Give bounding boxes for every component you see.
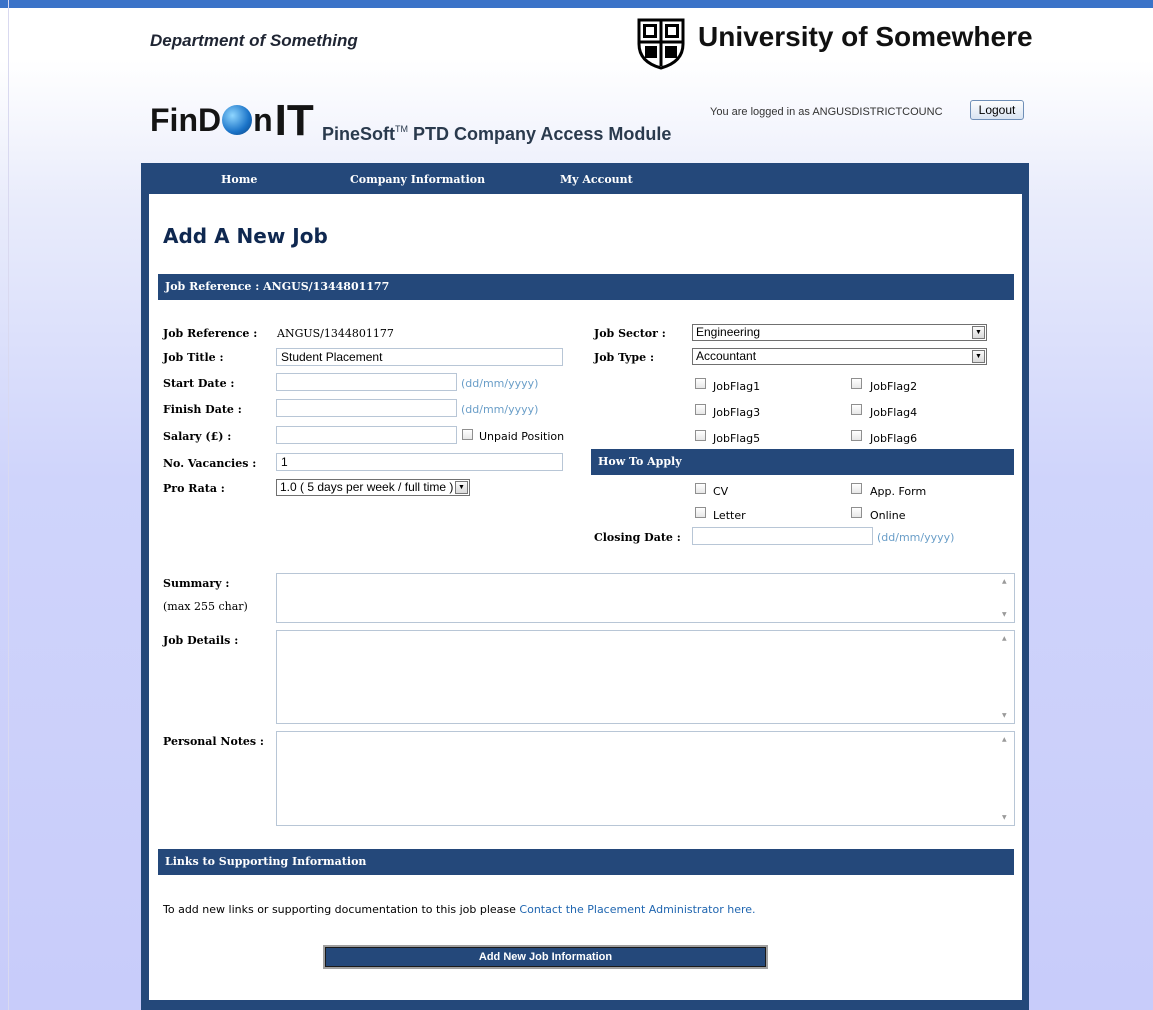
university-crest-icon bbox=[637, 18, 685, 70]
scroll-up-icon: ▲ bbox=[1002, 578, 1007, 585]
job-sector-select[interactable]: Engineering ▼ bbox=[692, 324, 987, 341]
apply-letter-checkbox[interactable] bbox=[695, 507, 706, 518]
logged-in-status: You are logged in as ANGUSDISTRICTCOUNC bbox=[710, 106, 943, 118]
department-name: Department of Something bbox=[150, 31, 358, 50]
chevron-down-icon: ▼ bbox=[972, 350, 985, 363]
salary-input[interactable] bbox=[276, 426, 457, 444]
jobflag3-label: JobFlag3 bbox=[713, 406, 761, 419]
unpaid-position-checkbox[interactable] bbox=[462, 429, 473, 440]
pro-rata-value: 1.0 ( 5 days per week / full time ) bbox=[280, 480, 454, 494]
apply-online-checkbox[interactable] bbox=[851, 507, 862, 518]
nav-my-account[interactable]: My Account bbox=[560, 173, 633, 186]
jobflag2-label: JobFlag2 bbox=[870, 380, 918, 393]
supporting-links-text-prefix: To add new links or supporting documenta… bbox=[163, 903, 520, 916]
job-details-textarea[interactable]: ▲ ▼ bbox=[276, 630, 1015, 724]
module-title: PineSoftTM PTD Company Access Module bbox=[322, 124, 671, 145]
jobflag4-label: JobFlag4 bbox=[870, 406, 918, 419]
closing-date-hint: (dd/mm/yyyy) bbox=[877, 531, 955, 544]
job-title-label: Job Title : bbox=[163, 351, 224, 364]
how-to-apply-text: How To Apply bbox=[598, 455, 682, 468]
logo-text-b: n bbox=[253, 102, 273, 138]
job-reference-label: Job Reference : bbox=[163, 327, 258, 340]
pro-rata-label: Pro Rata : bbox=[163, 482, 225, 495]
apply-app-form-label: App. Form bbox=[870, 485, 927, 498]
personal-notes-textarea[interactable]: ▲ ▼ bbox=[276, 731, 1015, 826]
scroll-up-icon: ▲ bbox=[1002, 635, 1007, 642]
contact-administrator-link[interactable]: Contact the Placement Administrator here… bbox=[519, 903, 755, 916]
supporting-links-text: To add new links or supporting documenta… bbox=[163, 903, 756, 916]
nav-home[interactable]: Home bbox=[221, 173, 257, 186]
jobflag6-checkbox[interactable] bbox=[851, 430, 862, 441]
university-name: University of Somewhere bbox=[698, 21, 1033, 52]
top-accent-line bbox=[0, 0, 1153, 8]
start-date-hint: (dd/mm/yyyy) bbox=[461, 377, 539, 390]
job-reference-value: ANGUS/1344801177 bbox=[277, 327, 394, 340]
scroll-down-icon: ▼ bbox=[1002, 814, 1007, 821]
chevron-down-icon: ▼ bbox=[455, 481, 468, 494]
job-sector-label: Job Sector : bbox=[594, 327, 666, 340]
nav-company-information[interactable]: Company Information bbox=[350, 173, 485, 186]
left-edge-line bbox=[8, 0, 9, 1010]
summary-scrollbar[interactable]: ▲ ▼ bbox=[998, 574, 1014, 622]
module-name: PineSoft bbox=[322, 124, 396, 144]
job-reference-bar-text: Job Reference : ANGUS/1344801177 bbox=[165, 280, 390, 293]
job-details-label: Job Details : bbox=[163, 634, 239, 647]
jobflag1-label: JobFlag1 bbox=[713, 380, 761, 393]
summary-textarea[interactable]: ▲ ▼ bbox=[276, 573, 1015, 623]
globe-icon bbox=[222, 105, 253, 135]
jobflag1-checkbox[interactable] bbox=[695, 378, 706, 389]
jobflag3-checkbox[interactable] bbox=[695, 404, 706, 415]
add-new-job-button[interactable]: Add New Job Information bbox=[323, 945, 768, 969]
supporting-links-bar-text: Links to Supporting Information bbox=[165, 855, 367, 868]
vacancies-label: No. Vacancies : bbox=[163, 457, 257, 470]
jobflag5-label: JobFlag5 bbox=[713, 432, 761, 445]
salary-label: Salary (£) : bbox=[163, 430, 232, 443]
apply-app-form-checkbox[interactable] bbox=[851, 483, 862, 494]
how-to-apply-bar: How To Apply bbox=[591, 449, 1014, 475]
vacancies-input[interactable] bbox=[276, 453, 563, 471]
finish-date-hint: (dd/mm/yyyy) bbox=[461, 403, 539, 416]
summary-label: Summary : bbox=[163, 577, 230, 590]
job-title-input[interactable] bbox=[276, 348, 563, 366]
apply-cv-label: CV bbox=[713, 485, 729, 498]
summary-hint: (max 255 char) bbox=[163, 600, 248, 613]
jobflag6-label: JobFlag6 bbox=[870, 432, 918, 445]
module-tm: TM bbox=[395, 124, 409, 134]
pro-rata-select[interactable]: 1.0 ( 5 days per week / full time ) ▼ bbox=[276, 479, 470, 496]
jobflag2-checkbox[interactable] bbox=[851, 378, 862, 389]
finish-date-label: Finish Date : bbox=[163, 403, 242, 416]
job-reference-bar: Job Reference : ANGUS/1344801177 bbox=[158, 274, 1014, 300]
scroll-up-icon: ▲ bbox=[1002, 736, 1007, 743]
personal-notes-label: Personal Notes : bbox=[163, 735, 264, 748]
job-sector-value: Engineering bbox=[696, 325, 761, 339]
start-date-label: Start Date : bbox=[163, 377, 235, 390]
jobflag5-checkbox[interactable] bbox=[695, 430, 706, 441]
start-date-input[interactable] bbox=[276, 373, 457, 391]
module-suffix: PTD Company Access Module bbox=[408, 124, 672, 144]
apply-cv-checkbox[interactable] bbox=[695, 483, 706, 494]
job-type-label: Job Type : bbox=[594, 351, 655, 364]
finish-date-input[interactable] bbox=[276, 399, 457, 417]
closing-date-label: Closing Date : bbox=[594, 531, 681, 544]
scroll-down-icon: ▼ bbox=[1002, 712, 1007, 719]
scroll-down-icon: ▼ bbox=[1002, 611, 1007, 618]
unpaid-position-label: Unpaid Position bbox=[479, 430, 565, 443]
logo-text-a: FinD bbox=[150, 102, 222, 138]
jobflag4-checkbox[interactable] bbox=[851, 404, 862, 415]
supporting-links-bar: Links to Supporting Information bbox=[158, 849, 1014, 875]
job-type-select[interactable]: Accountant ▼ bbox=[692, 348, 987, 365]
closing-date-input[interactable] bbox=[692, 527, 873, 545]
job-type-value: Accountant bbox=[696, 349, 757, 363]
job-details-scrollbar[interactable]: ▲ ▼ bbox=[998, 631, 1014, 723]
chevron-down-icon: ▼ bbox=[972, 326, 985, 339]
personal-notes-scrollbar[interactable]: ▲ ▼ bbox=[998, 732, 1014, 825]
apply-letter-label: Letter bbox=[713, 509, 746, 522]
logo-text-c: IT bbox=[274, 96, 314, 145]
apply-online-label: Online bbox=[870, 509, 906, 522]
main-nav: Home Company Information My Account bbox=[141, 163, 1029, 193]
page-title: Add A New Job bbox=[163, 224, 328, 248]
findonit-logo: FinD nIT bbox=[150, 92, 314, 145]
logout-button[interactable]: Logout bbox=[970, 100, 1024, 120]
